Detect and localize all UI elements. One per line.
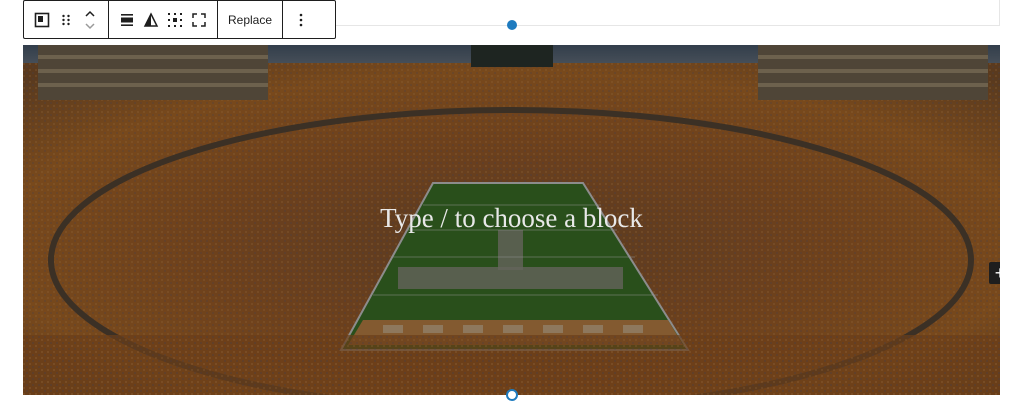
focal-point-button[interactable]: [163, 1, 187, 39]
fullscreen-icon: [192, 12, 206, 27]
toolbar-group-block: [24, 1, 109, 38]
resize-handle-bottom[interactable]: [506, 389, 518, 401]
cover-block[interactable]: Type / to choose a block +: [23, 45, 1000, 395]
editor-canvas: Replace Type / to choose a block +: [0, 0, 1024, 407]
more-options-icon: [299, 13, 303, 26]
align-button[interactable]: [115, 1, 139, 39]
contrast-button[interactable]: [139, 1, 163, 39]
fullscreen-button[interactable]: [187, 1, 211, 39]
block-inserter-button[interactable]: +: [989, 262, 1000, 284]
contrast-icon: [143, 11, 159, 27]
move-up-down-icon: [85, 10, 95, 29]
drag-handle-icon: [62, 14, 70, 25]
block-type-icon: [34, 12, 50, 27]
toolbar-group-replace: Replace: [218, 1, 284, 39]
drag-handle-button[interactable]: [54, 1, 78, 39]
block-toolbar: Replace: [23, 0, 336, 39]
align-icon: [121, 13, 133, 26]
block-type-button[interactable]: [30, 1, 54, 39]
toolbar-group-layout: [109, 1, 218, 38]
more-options-button[interactable]: [289, 1, 313, 39]
focal-point-icon: [168, 12, 182, 27]
replace-button[interactable]: Replace: [224, 1, 276, 39]
resize-handle-top[interactable]: [507, 20, 517, 30]
move-buttons[interactable]: [78, 1, 102, 39]
block-placeholder[interactable]: Type / to choose a block: [23, 203, 1000, 234]
toolbar-group-more: [283, 1, 319, 38]
